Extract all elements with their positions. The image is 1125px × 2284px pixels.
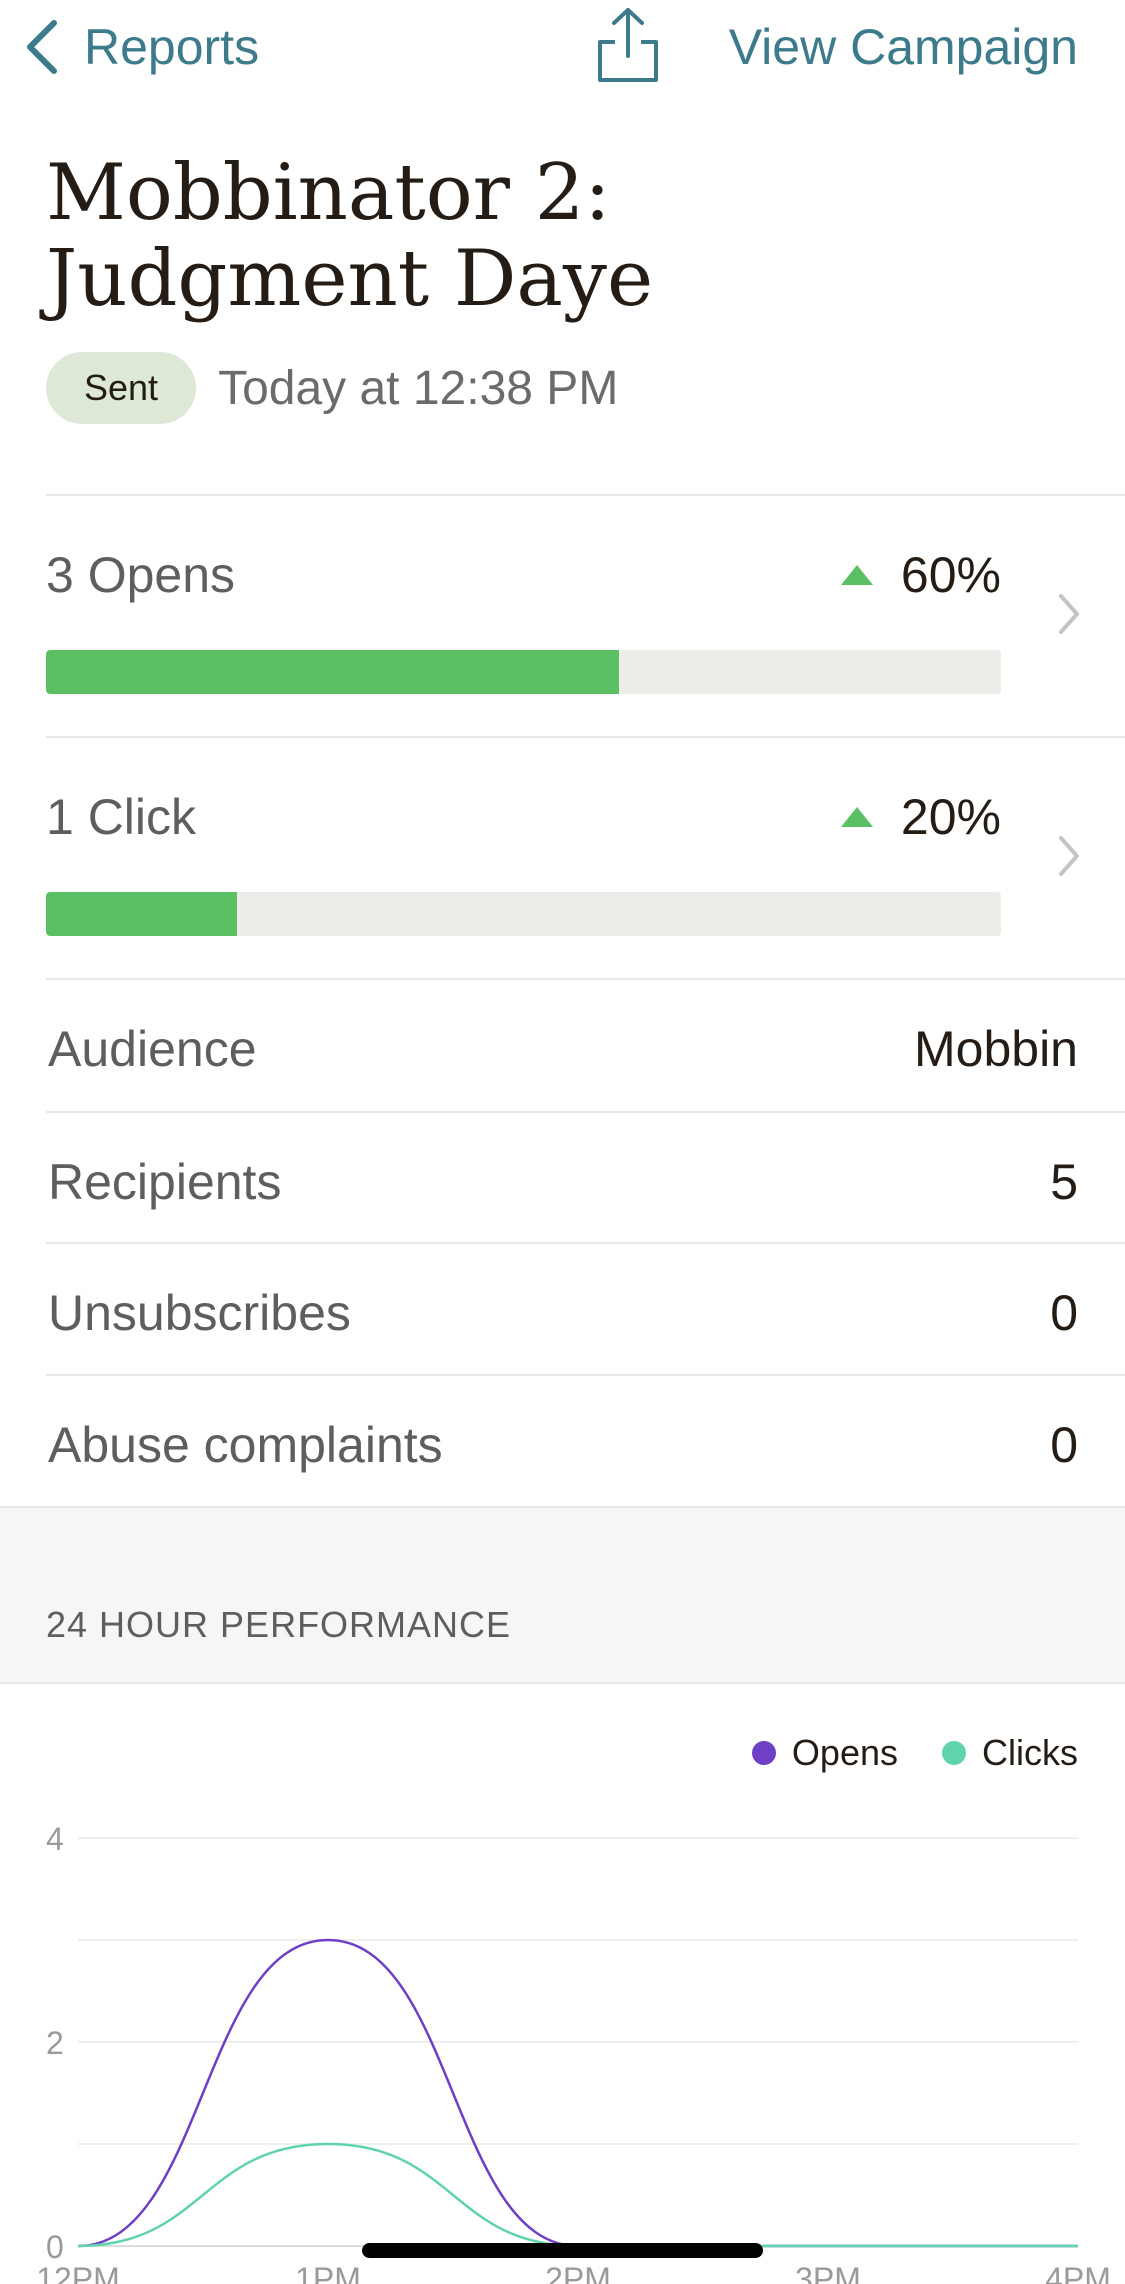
campaign-title-line1: Mobbinator 2: — [46, 148, 611, 238]
campaign-title: Mobbinator 2: Judgment Daye — [46, 150, 1046, 322]
chevron-left-icon — [27, 20, 57, 74]
detail-row-audience: Audience Mobbin — [0, 980, 1125, 1112]
back-button[interactable]: Reports — [22, 12, 259, 82]
chevron-right-icon — [1059, 594, 1079, 634]
metric-row-clicks[interactable]: 1 Click 20% — [0, 738, 1125, 978]
detail-value: 0 — [1050, 1417, 1078, 1473]
detail-label: Audience — [48, 1021, 257, 1077]
detail-value: 5 — [1050, 1154, 1078, 1210]
progress-bar-fill — [46, 892, 237, 936]
chart-plot: 0 2 4 12PM 1PM 2PM 3PM 4PM — [36, 1821, 1111, 2284]
detail-value: Mobbin — [914, 1021, 1078, 1077]
trend-up-icon — [840, 807, 873, 827]
campaign-report-screen: Reports View Campaign Mobbinator 2: Judg… — [0, 0, 1125, 2284]
metric-label: 1 Click — [46, 789, 197, 845]
detail-label: Abuse complaints — [48, 1417, 443, 1473]
metric-rate-value: 60% — [900, 547, 1001, 603]
nav-bar: Reports View Campaign — [0, 0, 1125, 100]
performance-chart: Opens Clicks 0 2 4 12PM 1PM 2PM 3PM 4PM — [0, 1684, 1125, 2284]
view-campaign-button[interactable]: View Campaign — [729, 12, 1078, 82]
x-tick-label: 4PM — [1045, 2261, 1111, 2284]
chevron-right-icon — [1059, 836, 1079, 876]
x-tick-label: 1PM — [295, 2261, 361, 2284]
section-header: 24 HOUR PERFORMANCE — [0, 1506, 1125, 1684]
home-indicator — [362, 2243, 763, 2258]
y-tick-label: 2 — [46, 2025, 64, 2061]
progress-bar — [46, 892, 1001, 936]
metric-label: 3 Opens — [46, 547, 236, 603]
x-tick-label: 3PM — [795, 2261, 861, 2284]
y-tick-label: 0 — [46, 2229, 64, 2265]
detail-label: Unsubscribes — [48, 1285, 351, 1341]
progress-bar — [46, 650, 1001, 694]
status-row: Sent Today at 12:38 PM — [46, 352, 618, 424]
x-tick-label: 12PM — [36, 2261, 120, 2284]
share-button[interactable] — [595, 6, 661, 84]
x-tick-label: 2PM — [545, 2261, 611, 2284]
detail-row-abuse-complaints: Abuse complaints 0 — [0, 1376, 1125, 1508]
metric-rate: 20% — [840, 788, 1001, 846]
campaign-title-line2: Judgment Daye — [46, 234, 654, 324]
section-title: 24 HOUR PERFORMANCE — [46, 1604, 512, 1645]
detail-label: Recipients — [48, 1154, 282, 1210]
detail-row-recipients: Recipients 5 — [0, 1113, 1125, 1245]
y-tick-label: 4 — [46, 1821, 64, 1857]
detail-row-unsubscribes: Unsubscribes 0 — [0, 1244, 1125, 1376]
series-line-opens — [77, 1938, 1078, 2248]
back-button-label: Reports — [84, 19, 260, 75]
detail-value: 0 — [1050, 1285, 1078, 1341]
metric-rate-value: 20% — [900, 789, 1001, 845]
series-line-clicks — [77, 2142, 1078, 2248]
status-badge: Sent — [46, 352, 197, 424]
metric-row-opens[interactable]: 3 Opens 60% — [0, 496, 1125, 736]
metric-rate: 60% — [840, 546, 1001, 604]
share-icon — [598, 8, 658, 82]
trend-up-icon — [840, 565, 873, 585]
sent-time: Today at 12:38 PM — [218, 361, 619, 415]
progress-bar-fill — [46, 650, 619, 694]
